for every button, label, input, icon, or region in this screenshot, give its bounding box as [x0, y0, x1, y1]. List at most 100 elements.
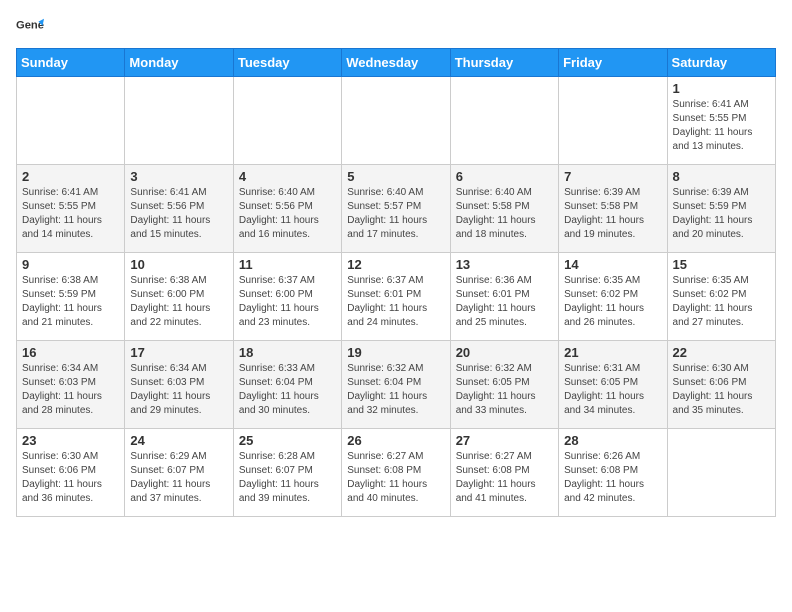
page-header: General	[16, 16, 776, 44]
day-number: 6	[456, 169, 553, 184]
day-number: 27	[456, 433, 553, 448]
week-row-5: 23Sunrise: 6:30 AM Sunset: 6:06 PM Dayli…	[17, 429, 776, 517]
col-header-thursday: Thursday	[450, 49, 558, 77]
day-cell	[342, 77, 450, 165]
col-header-wednesday: Wednesday	[342, 49, 450, 77]
day-number: 3	[130, 169, 227, 184]
week-row-2: 2 Sunrise: 6:41 AM Sunset: 5:55 PM Daylig…	[17, 165, 776, 253]
day-number: 15	[673, 257, 770, 272]
day-number: 20	[456, 345, 553, 360]
day-info: Sunrise: 6:34 AM Sunset: 6:03 PM Dayligh…	[22, 362, 119, 418]
day-cell: 21 Sunrise: 6:31 AM Sunset: 6:05 PM Dayli…	[559, 341, 667, 429]
day-info: Sunrise: 6:41 AM Sunset: 5:55 PM Dayligh…	[673, 98, 770, 154]
day-info: Sunrise: 6:37 AM Sunset: 6:01 PM Dayligh…	[347, 274, 444, 330]
day-info: Sunrise: 6:40 AM Sunset: 5:57 PM Dayligh…	[347, 186, 444, 242]
day-cell: 25 Sunrise: 6:28 AM Sunset: 6:07 PM Dayli…	[233, 429, 341, 517]
day-cell: 5 Sunrise: 6:40 AM Sunset: 5:57 PM Daylig…	[342, 165, 450, 253]
day-info: Sunrise: 6:27 AM Sunset: 6:08 PM Dayligh…	[347, 450, 444, 506]
day-cell: 4Sunrise: 6:40 AM Sunset: 5:56 PM Daylig…	[233, 165, 341, 253]
day-info: Sunrise: 6:26 AM Sunset: 6:08 PM Dayligh…	[564, 450, 661, 506]
col-header-tuesday: Tuesday	[233, 49, 341, 77]
day-info: Sunrise: 6:40 AM Sunset: 5:58 PM Dayligh…	[456, 186, 553, 242]
day-number: 18	[239, 345, 336, 360]
day-info: Sunrise: 6:32 AM Sunset: 6:04 PM Dayligh…	[347, 362, 444, 418]
day-cell: 3 Sunrise: 6:41 AM Sunset: 5:56 PM Daylig…	[125, 165, 233, 253]
day-number: 28	[564, 433, 661, 448]
col-header-friday: Friday	[559, 49, 667, 77]
day-cell: 16 Sunrise: 6:34 AM Sunset: 6:03 PM Dayli…	[17, 341, 125, 429]
day-info: Sunrise: 6:35 AM Sunset: 6:02 PM Dayligh…	[564, 274, 661, 330]
day-cell: 18 Sunrise: 6:33 AM Sunset: 6:04 PM Dayli…	[233, 341, 341, 429]
day-info: Sunrise: 6:38 AM Sunset: 6:00 PM Dayligh…	[130, 274, 227, 330]
day-cell	[559, 77, 667, 165]
day-cell: 15 Sunrise: 6:35 AM Sunset: 6:02 PM Dayli…	[667, 253, 775, 341]
day-cell	[667, 429, 775, 517]
day-info: Sunrise: 6:31 AM Sunset: 6:05 PM Dayligh…	[564, 362, 661, 418]
day-cell: 2 Sunrise: 6:41 AM Sunset: 5:55 PM Daylig…	[17, 165, 125, 253]
day-number: 11	[239, 257, 336, 272]
day-cell: 6 Sunrise: 6:40 AM Sunset: 5:58 PM Daylig…	[450, 165, 558, 253]
week-row-3: 9Sunrise: 6:38 AM Sunset: 5:59 PM Daylig…	[17, 253, 776, 341]
day-number: 1	[673, 81, 770, 96]
day-cell: 9Sunrise: 6:38 AM Sunset: 5:59 PM Daylig…	[17, 253, 125, 341]
day-number: 21	[564, 345, 661, 360]
week-row-1: 1 Sunrise: 6:41 AM Sunset: 5:55 PM Daylig…	[17, 77, 776, 165]
day-info: Sunrise: 6:33 AM Sunset: 6:04 PM Dayligh…	[239, 362, 336, 418]
day-info: Sunrise: 6:39 AM Sunset: 5:58 PM Dayligh…	[564, 186, 661, 242]
day-number: 7	[564, 169, 661, 184]
day-cell: 12 Sunrise: 6:37 AM Sunset: 6:01 PM Dayli…	[342, 253, 450, 341]
day-info: Sunrise: 6:41 AM Sunset: 5:56 PM Dayligh…	[130, 186, 227, 242]
logo: General	[16, 16, 48, 44]
day-number: 8	[673, 169, 770, 184]
day-number: 23	[22, 433, 119, 448]
day-cell: 13 Sunrise: 6:36 AM Sunset: 6:01 PM Dayli…	[450, 253, 558, 341]
day-info: Sunrise: 6:41 AM Sunset: 5:55 PM Dayligh…	[22, 186, 119, 242]
day-info: Sunrise: 6:40 AM Sunset: 5:56 PM Dayligh…	[239, 186, 336, 242]
logo-icon: General	[16, 16, 44, 44]
day-cell: 19 Sunrise: 6:32 AM Sunset: 6:04 PM Dayli…	[342, 341, 450, 429]
day-number: 16	[22, 345, 119, 360]
col-header-monday: Monday	[125, 49, 233, 77]
day-number: 17	[130, 345, 227, 360]
day-cell	[17, 77, 125, 165]
day-info: Sunrise: 6:36 AM Sunset: 6:01 PM Dayligh…	[456, 274, 553, 330]
day-number: 25	[239, 433, 336, 448]
day-cell: 7 Sunrise: 6:39 AM Sunset: 5:58 PM Daylig…	[559, 165, 667, 253]
day-info: Sunrise: 6:39 AM Sunset: 5:59 PM Dayligh…	[673, 186, 770, 242]
day-info: Sunrise: 6:32 AM Sunset: 6:05 PM Dayligh…	[456, 362, 553, 418]
col-header-sunday: Sunday	[17, 49, 125, 77]
day-cell: 20 Sunrise: 6:32 AM Sunset: 6:05 PM Dayli…	[450, 341, 558, 429]
day-info: Sunrise: 6:28 AM Sunset: 6:07 PM Dayligh…	[239, 450, 336, 506]
day-number: 2	[22, 169, 119, 184]
day-cell: 28 Sunrise: 6:26 AM Sunset: 6:08 PM Dayli…	[559, 429, 667, 517]
day-number: 22	[673, 345, 770, 360]
calendar-table: SundayMondayTuesdayWednesdayThursdayFrid…	[16, 48, 776, 517]
day-number: 10	[130, 257, 227, 272]
col-header-saturday: Saturday	[667, 49, 775, 77]
day-cell	[125, 77, 233, 165]
header-row: SundayMondayTuesdayWednesdayThursdayFrid…	[17, 49, 776, 77]
day-cell: 1 Sunrise: 6:41 AM Sunset: 5:55 PM Daylig…	[667, 77, 775, 165]
day-info: Sunrise: 6:37 AM Sunset: 6:00 PM Dayligh…	[239, 274, 336, 330]
day-cell: 10 Sunrise: 6:38 AM Sunset: 6:00 PM Dayli…	[125, 253, 233, 341]
day-cell	[450, 77, 558, 165]
day-number: 19	[347, 345, 444, 360]
day-cell: 22 Sunrise: 6:30 AM Sunset: 6:06 PM Dayli…	[667, 341, 775, 429]
day-cell: 24Sunrise: 6:29 AM Sunset: 6:07 PM Dayli…	[125, 429, 233, 517]
day-cell: 8 Sunrise: 6:39 AM Sunset: 5:59 PM Daylig…	[667, 165, 775, 253]
day-number: 12	[347, 257, 444, 272]
day-info: Sunrise: 6:30 AM Sunset: 6:06 PM Dayligh…	[673, 362, 770, 418]
day-number: 14	[564, 257, 661, 272]
day-number: 24	[130, 433, 227, 448]
day-cell: 11 Sunrise: 6:37 AM Sunset: 6:00 PM Dayli…	[233, 253, 341, 341]
day-cell: 26Sunrise: 6:27 AM Sunset: 6:08 PM Dayli…	[342, 429, 450, 517]
day-info: Sunrise: 6:34 AM Sunset: 6:03 PM Dayligh…	[130, 362, 227, 418]
day-info: Sunrise: 6:38 AM Sunset: 5:59 PM Dayligh…	[22, 274, 119, 330]
day-cell: 23Sunrise: 6:30 AM Sunset: 6:06 PM Dayli…	[17, 429, 125, 517]
day-info: Sunrise: 6:27 AM Sunset: 6:08 PM Dayligh…	[456, 450, 553, 506]
week-row-4: 16 Sunrise: 6:34 AM Sunset: 6:03 PM Dayli…	[17, 341, 776, 429]
day-info: Sunrise: 6:35 AM Sunset: 6:02 PM Dayligh…	[673, 274, 770, 330]
day-number: 5	[347, 169, 444, 184]
day-number: 13	[456, 257, 553, 272]
day-cell: 17 Sunrise: 6:34 AM Sunset: 6:03 PM Dayli…	[125, 341, 233, 429]
